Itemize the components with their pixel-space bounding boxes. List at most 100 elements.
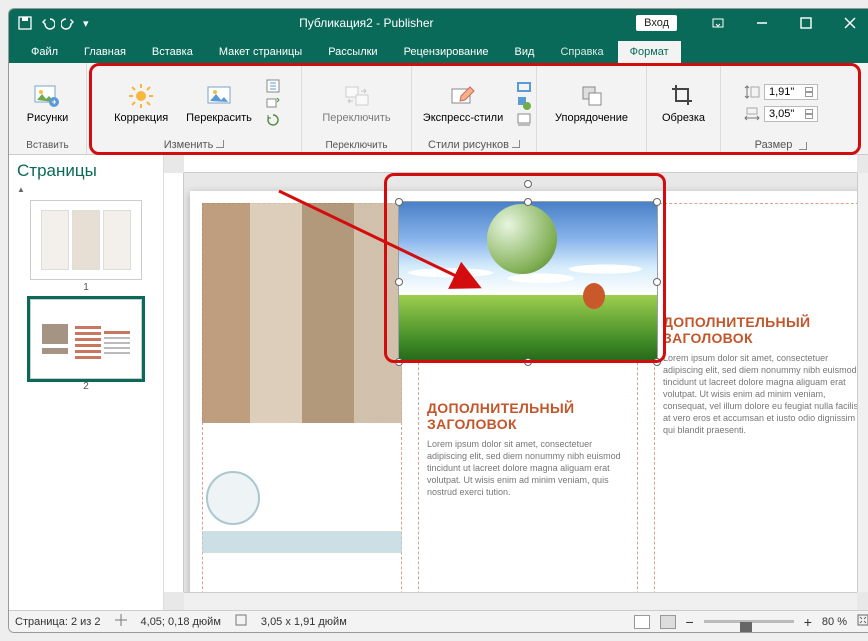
tab-review[interactable]: Рецензирование (392, 41, 501, 63)
placeholder-image-library[interactable] (202, 203, 402, 423)
page-thumbnail-1[interactable] (30, 200, 142, 280)
pictures-label: Рисунки (27, 112, 69, 124)
resize-handle-se[interactable] (653, 358, 661, 366)
pages-panel-title: Страницы (17, 161, 155, 181)
zoom-out-icon[interactable]: − (686, 614, 694, 630)
group-size: Размер (755, 139, 793, 151)
resize-handle-e[interactable] (653, 278, 661, 286)
tab-home[interactable]: Главная (72, 41, 138, 63)
height-spinner[interactable] (805, 87, 813, 97)
page: ДОПОЛНИТЕЛЬНЫЙ ЗАГОЛОВОК Lorem ipsum dol… (190, 191, 857, 592)
tab-format[interactable]: Формат (618, 41, 681, 63)
maximize-icon[interactable] (785, 9, 827, 37)
zoom-in-icon[interactable]: + (804, 614, 812, 630)
compress-pictures-icon[interactable] (266, 79, 280, 93)
window-title: Публикация2 - Publisher (97, 16, 637, 30)
ruler-horizontal[interactable] (184, 155, 857, 173)
login-button[interactable]: Вход (636, 15, 677, 31)
rotate-handle[interactable] (524, 180, 532, 188)
recolor-button[interactable]: Перекрасить (180, 79, 258, 128)
status-page[interactable]: Страница: 2 из 2 (15, 616, 101, 628)
width-field[interactable]: 3,05" (764, 106, 818, 122)
status-position: 4,05; 0,18 дюйм (141, 616, 221, 628)
recolor-icon (206, 83, 232, 109)
arrange-icon (579, 83, 605, 109)
styles-label: Экспресс-стили (423, 112, 503, 124)
crop-icon (670, 83, 696, 109)
heading-1[interactable]: ДОПОЛНИТЕЛЬНЫЙ ЗАГОЛОВОК (427, 400, 629, 432)
resize-handle-w[interactable] (395, 278, 403, 286)
text-column-3[interactable]: ДОПОЛНИТЕЛЬНЫЙ ЗАГОЛОВОК Lorem ipsum dol… (654, 203, 857, 592)
brightness-icon (128, 83, 154, 109)
scrollbar-horizontal[interactable] (184, 592, 857, 610)
arrange-button[interactable]: Упорядочение (549, 79, 634, 128)
resize-handle-nw[interactable] (395, 198, 403, 206)
fit-window-icon[interactable] (857, 614, 868, 629)
reset-picture-icon[interactable] (266, 113, 280, 127)
styles-launcher-icon[interactable] (512, 140, 520, 148)
qat-dropdown-icon[interactable]: ▾ (83, 17, 89, 30)
close-icon[interactable] (829, 9, 868, 37)
group-modify: Изменить (164, 139, 214, 151)
swap-button[interactable]: Переключить (316, 79, 396, 128)
save-icon[interactable] (17, 15, 33, 31)
width-value: 3,05" (769, 108, 794, 120)
resize-handle-n[interactable] (524, 198, 532, 206)
shape-circle[interactable] (206, 471, 260, 525)
crop-button[interactable]: Обрезка (656, 79, 711, 128)
zoom-slider[interactable] (704, 620, 794, 623)
pages-collapse-icon[interactable]: ▲ (17, 185, 155, 194)
resize-handle-s[interactable] (524, 358, 532, 366)
height-field[interactable]: 1,91" (764, 84, 818, 100)
picture-border-icon[interactable] (517, 79, 531, 93)
undo-icon[interactable] (39, 15, 55, 31)
tab-help[interactable]: Справка (548, 41, 615, 63)
view-single-page-icon[interactable] (634, 615, 650, 629)
picture-styles-button[interactable]: Экспресс-стили (417, 79, 509, 128)
group-arrange (590, 140, 593, 152)
group-swap: Переключить (325, 140, 387, 152)
recolor-label: Перекрасить (186, 112, 252, 124)
redo-icon[interactable] (61, 15, 77, 31)
shape-bar[interactable] (202, 531, 402, 553)
body-text-1[interactable]: Lorem ipsum dolor sit amet, consectetuer… (427, 438, 629, 498)
view-two-page-icon[interactable] (660, 615, 676, 629)
height-value: 1,91" (769, 86, 794, 98)
size-launcher-icon[interactable] (799, 142, 807, 150)
resize-handle-sw[interactable] (395, 358, 403, 366)
page-thumbnail-1-number: 1 (17, 282, 155, 293)
tab-mailings[interactable]: Рассылки (316, 41, 389, 63)
modify-launcher-icon[interactable] (216, 140, 224, 148)
ruler-vertical[interactable] (164, 173, 184, 592)
tab-file[interactable]: Файл (19, 41, 70, 63)
caption-icon[interactable] (517, 113, 531, 127)
tab-insert[interactable]: Вставка (140, 41, 205, 63)
minimize-icon[interactable] (741, 9, 783, 37)
tab-view[interactable]: Вид (503, 41, 547, 63)
corrections-button[interactable]: Коррекция (108, 79, 174, 128)
width-spinner[interactable] (805, 109, 813, 119)
body-text-2[interactable]: Lorem ipsum dolor sit amet, consectetuer… (663, 352, 857, 436)
ribbon-tabs: Файл Главная Вставка Макет страницы Расс… (9, 37, 868, 63)
canvas[interactable]: ДОПОЛНИТЕЛЬНЫЙ ЗАГОЛОВОК Lorem ipsum dol… (184, 173, 857, 592)
status-zoom[interactable]: 80 % (822, 616, 847, 628)
group-insert: Вставить (26, 140, 68, 152)
canvas-area: ДОПОЛНИТЕЛЬНЫЙ ЗАГОЛОВОК Lorem ipsum dol… (164, 155, 868, 610)
ribbon-display-icon[interactable] (697, 9, 739, 37)
scrollbar-vertical[interactable] (857, 173, 868, 592)
status-size: 3,05 x 1,91 дюйм (261, 616, 347, 628)
group-styles: Стили рисунков (428, 139, 509, 151)
change-picture-icon[interactable] (266, 96, 280, 110)
group-crop (682, 140, 685, 152)
pictures-button[interactable]: Рисунки (21, 79, 75, 128)
resize-handle-ne[interactable] (653, 198, 661, 206)
selected-picture[interactable] (398, 201, 658, 363)
heading-2[interactable]: ДОПОЛНИТЕЛЬНЫЙ ЗАГОЛОВОК (663, 314, 857, 346)
page-thumbnail-2-number: 2 (17, 381, 155, 392)
tab-page-layout[interactable]: Макет страницы (207, 41, 314, 63)
picture-shape-icon[interactable] (517, 96, 531, 110)
picture-content (399, 202, 657, 362)
page-thumbnail-2[interactable] (30, 299, 142, 379)
swap-label: Переключить (322, 112, 390, 124)
pages-panel: Страницы ▲ 1 2 (9, 155, 164, 610)
